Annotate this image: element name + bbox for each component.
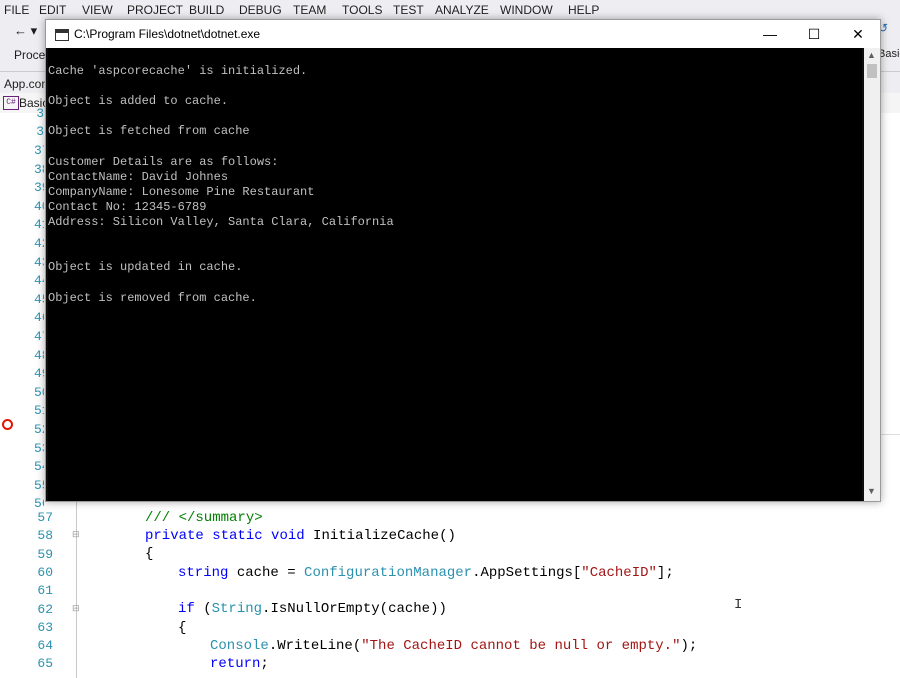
menu-item-project[interactable]: PROJECT [127, 3, 183, 17]
menu-item-view[interactable]: VIEW [82, 3, 113, 17]
line-number: 42 [34, 236, 44, 251]
line-number: 58 [37, 528, 53, 544]
console-title-bar[interactable]: C:\Program Files\dotnet\dotnet.exe — ☐ ✕ [46, 20, 880, 48]
line-number: 47 [34, 329, 44, 344]
console-line: Address: Silicon Valley, Santa Clara, Ca… [48, 215, 394, 229]
scroll-down-icon[interactable]: ▼ [867, 486, 876, 496]
line-number: 40 [34, 198, 44, 214]
line-number: 61 [37, 583, 53, 599]
line-number: 59 [37, 546, 53, 562]
line-number: 51 [34, 403, 44, 419]
line-number: 46 [34, 310, 44, 326]
line-number: 44 [34, 273, 44, 289]
menu-item-team[interactable]: TEAM [293, 3, 326, 17]
line-number: 43 [34, 254, 44, 270]
scroll-up-icon[interactable]: ▲ [867, 50, 876, 60]
console-line: Object is removed from cache. [48, 290, 257, 305]
line-number: 45 [34, 291, 44, 307]
console-output[interactable]: Cache 'aspcorecache' is initialized. Obje… [48, 48, 862, 501]
breakpoint-icon[interactable] [2, 419, 13, 430]
console-scrollbar[interactable]: ▲ ▼ [864, 48, 880, 501]
close-button[interactable]: ✕ [836, 20, 880, 48]
console-line: Object is updated in cache. [48, 260, 243, 275]
line-number: 49 [34, 366, 44, 382]
line-number: 65 [37, 656, 53, 672]
minimize-button[interactable]: — [748, 20, 792, 48]
collapse-icon[interactable]: ⊟ [72, 530, 80, 539]
text-cursor-icon: I [734, 597, 743, 613]
menu-item-edit[interactable]: EDIT [39, 3, 66, 17]
line-number: 38 [34, 161, 44, 177]
console-line: Object is added to cache. [48, 94, 229, 109]
menu-item-file[interactable]: FILE [4, 3, 29, 17]
menu-item-help[interactable]: HELP [568, 3, 599, 17]
code-line-62: if (String.IsNullOrEmpty(cache)) [178, 601, 447, 617]
editor-separator [880, 434, 900, 435]
outline-guide [76, 486, 77, 678]
file-tab-label: App.con [4, 77, 49, 91]
code-line-58: private static void InitializeCache() [145, 528, 456, 544]
console-line: Customer Details are as follows: [48, 154, 279, 169]
line-number: 55 [34, 477, 44, 493]
console-line: CompanyName: Lonesome Pine Restaurant [48, 184, 315, 199]
line-number: 62 [37, 601, 53, 617]
csharp-file-icon: C# [3, 96, 19, 110]
code-line-64: Console.WriteLine("The CacheID cannot be… [210, 638, 698, 654]
line-number: 64 [37, 638, 53, 654]
console-line: Contact No: 12345-6789 [48, 199, 207, 214]
code-line-57: /// </summary> [145, 510, 263, 526]
line-number: 39 [34, 180, 44, 196]
line-number: 41 [34, 217, 44, 233]
code-line-63: { [178, 620, 187, 636]
console-title: C:\Program Files\dotnet\dotnet.exe [74, 27, 261, 41]
scroll-thumb[interactable] [867, 64, 877, 78]
line-number: 50 [34, 384, 44, 400]
line-number: 48 [34, 347, 44, 363]
menu-item-tools[interactable]: TOOLS [342, 3, 382, 17]
line-number: 37 [34, 143, 44, 158]
console-line: ContactName: David Johnes [48, 169, 229, 184]
code-line-60: string cache = ConfigurationManager.AppS… [178, 565, 674, 581]
console-line: Cache 'aspcorecache' is initialized. [48, 64, 308, 78]
line-number: 63 [37, 619, 53, 635]
code-line-65: return; [210, 656, 269, 672]
line-number: 52 [34, 422, 44, 437]
menu-item-test[interactable]: TEST [393, 3, 424, 17]
line-number: 53 [34, 440, 44, 456]
code-line-59: { [145, 546, 154, 562]
line-number: 54 [34, 459, 44, 475]
console-app-icon [55, 29, 69, 41]
console-window[interactable]: C:\Program Files\dotnet\dotnet.exe — ☐ ✕… [45, 19, 881, 502]
line-number: 3 [36, 106, 44, 121]
menu-item-build[interactable]: BUILD [189, 3, 224, 17]
vs-right-combo-label: Basic [878, 48, 900, 60]
navigate-back-icon[interactable]: ← ▾ [14, 23, 37, 39]
line-number: 60 [37, 564, 53, 580]
menu-item-debug[interactable]: DEBUG [239, 3, 282, 17]
maximize-button[interactable]: ☐ [792, 20, 836, 48]
console-line: Object is fetched from cache [48, 124, 250, 139]
line-number: 57 [37, 510, 53, 525]
collapse-icon[interactable]: ⊟ [72, 604, 80, 613]
menu-item-window[interactable]: WINDOW [500, 3, 553, 17]
vs-menu-bar: FILE EDIT VIEW PROJECT BUILD DEBUG TEAM TOOLS TE… [0, 0, 900, 19]
menu-item-analyze[interactable]: ANALYZE [435, 3, 489, 17]
line-number: 3 [36, 124, 44, 139]
